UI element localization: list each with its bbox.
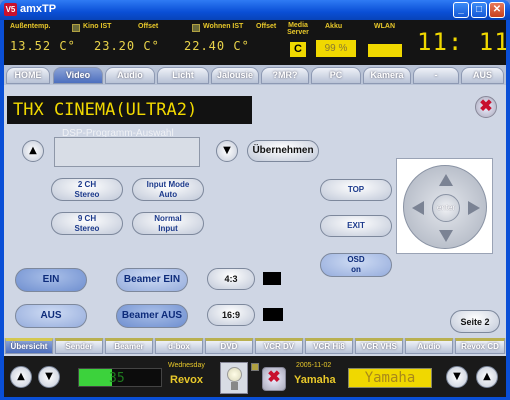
off-button[interactable]: ✖ — [262, 367, 286, 391]
top-button[interactable]: TOP — [320, 179, 392, 201]
yamaha-display: Yamaha — [348, 368, 432, 388]
2ch-stereo-button[interactable]: 2 CH Stereo — [51, 178, 123, 201]
enter-button[interactable]: enter — [432, 194, 460, 222]
channel-up-button[interactable]: ▲ — [476, 366, 498, 388]
tab-jalousie[interactable]: Jalousie — [211, 67, 259, 84]
close-window-button[interactable]: ✕ — [489, 2, 505, 18]
tab-aus[interactable]: AUS — [461, 67, 504, 84]
wlan-signal-bar — [368, 44, 402, 57]
volume-down-button[interactable]: ▼ — [38, 366, 60, 388]
tab-video[interactable]: Video — [53, 67, 103, 84]
kino-ist-label: Kino IST — [83, 23, 112, 30]
aussentemp-label: Außentemp. — [10, 23, 51, 30]
status-panel: Außentemp. Kino IST Offset Wohnen IST Of… — [4, 20, 506, 65]
media-server-status: C — [290, 42, 306, 57]
aussentemp-value: 13.52 C° — [10, 39, 76, 53]
input-mode-auto-button[interactable]: Input Mode Auto — [132, 178, 204, 201]
nav-up-icon[interactable] — [439, 174, 453, 186]
volume-fill — [79, 369, 112, 386]
source-vcr-hi8[interactable]: VCR Hi8 — [305, 338, 353, 354]
tab-pc[interactable]: PC — [311, 67, 361, 84]
volume-value: 35 — [109, 371, 125, 386]
date-label: 2005-11-02 — [296, 362, 332, 369]
kino-ist-value: 23.20 C° — [94, 39, 160, 53]
source-vcr-dv[interactable]: VCR DV — [255, 338, 303, 354]
wohnen-ist-label: Wohnen IST — [203, 23, 244, 30]
ratio-16-9-button[interactable]: 16:9 — [207, 304, 255, 326]
source-dbox[interactable]: d-box — [155, 338, 203, 354]
maximize-button[interactable]: □ — [471, 2, 487, 18]
ratio-16-9-indicator — [263, 308, 283, 321]
wohnen-indicator — [192, 24, 200, 32]
light-bulb-icon — [227, 367, 242, 382]
light-button[interactable] — [220, 362, 248, 394]
wohnen-ist-value: 22.40 C° — [184, 39, 250, 53]
minimize-button[interactable]: _ — [453, 2, 469, 18]
source-audio[interactable]: Audio — [405, 338, 453, 354]
ratio-4-3-indicator — [263, 272, 281, 285]
source-vcr-vhs[interactable]: VCR VHS — [355, 338, 403, 354]
kino-indicator — [72, 24, 80, 32]
apply-button[interactable]: Übernehmen — [247, 140, 319, 162]
title-bar[interactable]: V5 amxTP _ □ ✕ — [0, 0, 510, 20]
tab-empty[interactable]: - — [413, 67, 459, 84]
channel-down-button[interactable]: ▼ — [446, 366, 468, 388]
yamaha-label: Yamaha — [294, 374, 336, 386]
main-tab-bar: HOME Video Audio Licht Jalousie ?MR? PC … — [4, 65, 506, 85]
source-dvd[interactable]: DVD — [205, 338, 253, 354]
osd-on-button[interactable]: OSD on — [320, 253, 392, 277]
source-revox-cd[interactable]: Revox CD — [455, 338, 505, 354]
window-title: amxTP — [20, 3, 57, 15]
tab-kamera[interactable]: Kamera — [363, 67, 411, 84]
dsp-down-button[interactable]: ▼ — [216, 140, 238, 162]
app-logo-icon: V5 — [4, 3, 17, 16]
dsp-program-field — [54, 137, 200, 167]
beamer-on-button[interactable]: Beamer EIN — [116, 268, 188, 292]
status-led — [251, 363, 259, 371]
application-window: V5 amxTP _ □ ✕ Außentemp. Kino IST Offse… — [0, 0, 510, 400]
source-sender[interactable]: Sender — [55, 338, 103, 354]
ratio-4-3-button[interactable]: 4:3 — [207, 268, 255, 290]
media-server-label: Media Server — [287, 22, 309, 36]
offset-label-2: Offset — [256, 23, 277, 30]
close-page-button[interactable]: ✖ — [475, 96, 497, 118]
wlan-label: WLAN — [374, 23, 395, 30]
source-beamer[interactable]: Beamer — [105, 338, 153, 354]
clock: 11: 11 — [417, 28, 506, 56]
normal-input-button[interactable]: Normal Input — [132, 212, 204, 235]
volume-up-button[interactable]: ▲ — [10, 366, 32, 388]
nav-down-icon[interactable] — [439, 230, 453, 242]
light-bulb-base — [231, 382, 238, 390]
volume-bar[interactable]: 35 — [78, 368, 162, 387]
revox-label: Revox — [170, 374, 204, 386]
weekday-label: Wednesday — [168, 362, 205, 369]
battery-value: 99 % — [316, 40, 356, 57]
offset-label-1: Offset — [138, 23, 159, 30]
source-ubersicht[interactable]: Übersicht — [5, 338, 53, 354]
nav-left-icon[interactable] — [412, 201, 424, 215]
bottom-control-bar: ▲ ▼ 35 Wednesday Revox ✖ 2005-11-02 Yama… — [4, 356, 506, 397]
page-2-button[interactable]: Seite 2 — [450, 310, 500, 333]
navigation-pad: enter — [396, 158, 493, 254]
dsp-up-button[interactable]: ▲ — [22, 140, 44, 162]
akku-label: Akku — [325, 23, 343, 30]
dsp-program-display: THX CINEMA(ULTRA2) — [7, 96, 252, 124]
power-on-button[interactable]: EIN — [15, 268, 87, 292]
touch-panel: Außentemp. Kino IST Offset Wohnen IST Of… — [4, 20, 506, 397]
exit-button[interactable]: EXIT — [320, 215, 392, 237]
source-tab-bar: Übersicht Sender Beamer d-box DVD VCR DV… — [4, 338, 506, 354]
9ch-stereo-button[interactable]: 9 CH Stereo — [51, 212, 123, 235]
tab-audio[interactable]: Audio — [105, 67, 155, 84]
tab-licht[interactable]: Licht — [157, 67, 209, 84]
tab-mr[interactable]: ?MR? — [261, 67, 309, 84]
nav-right-icon[interactable] — [468, 201, 480, 215]
beamer-off-button[interactable]: Beamer AUS — [116, 304, 188, 328]
tab-home[interactable]: HOME — [6, 67, 50, 84]
nav-ring: enter — [403, 165, 487, 249]
power-off-button[interactable]: AUS — [15, 304, 87, 328]
